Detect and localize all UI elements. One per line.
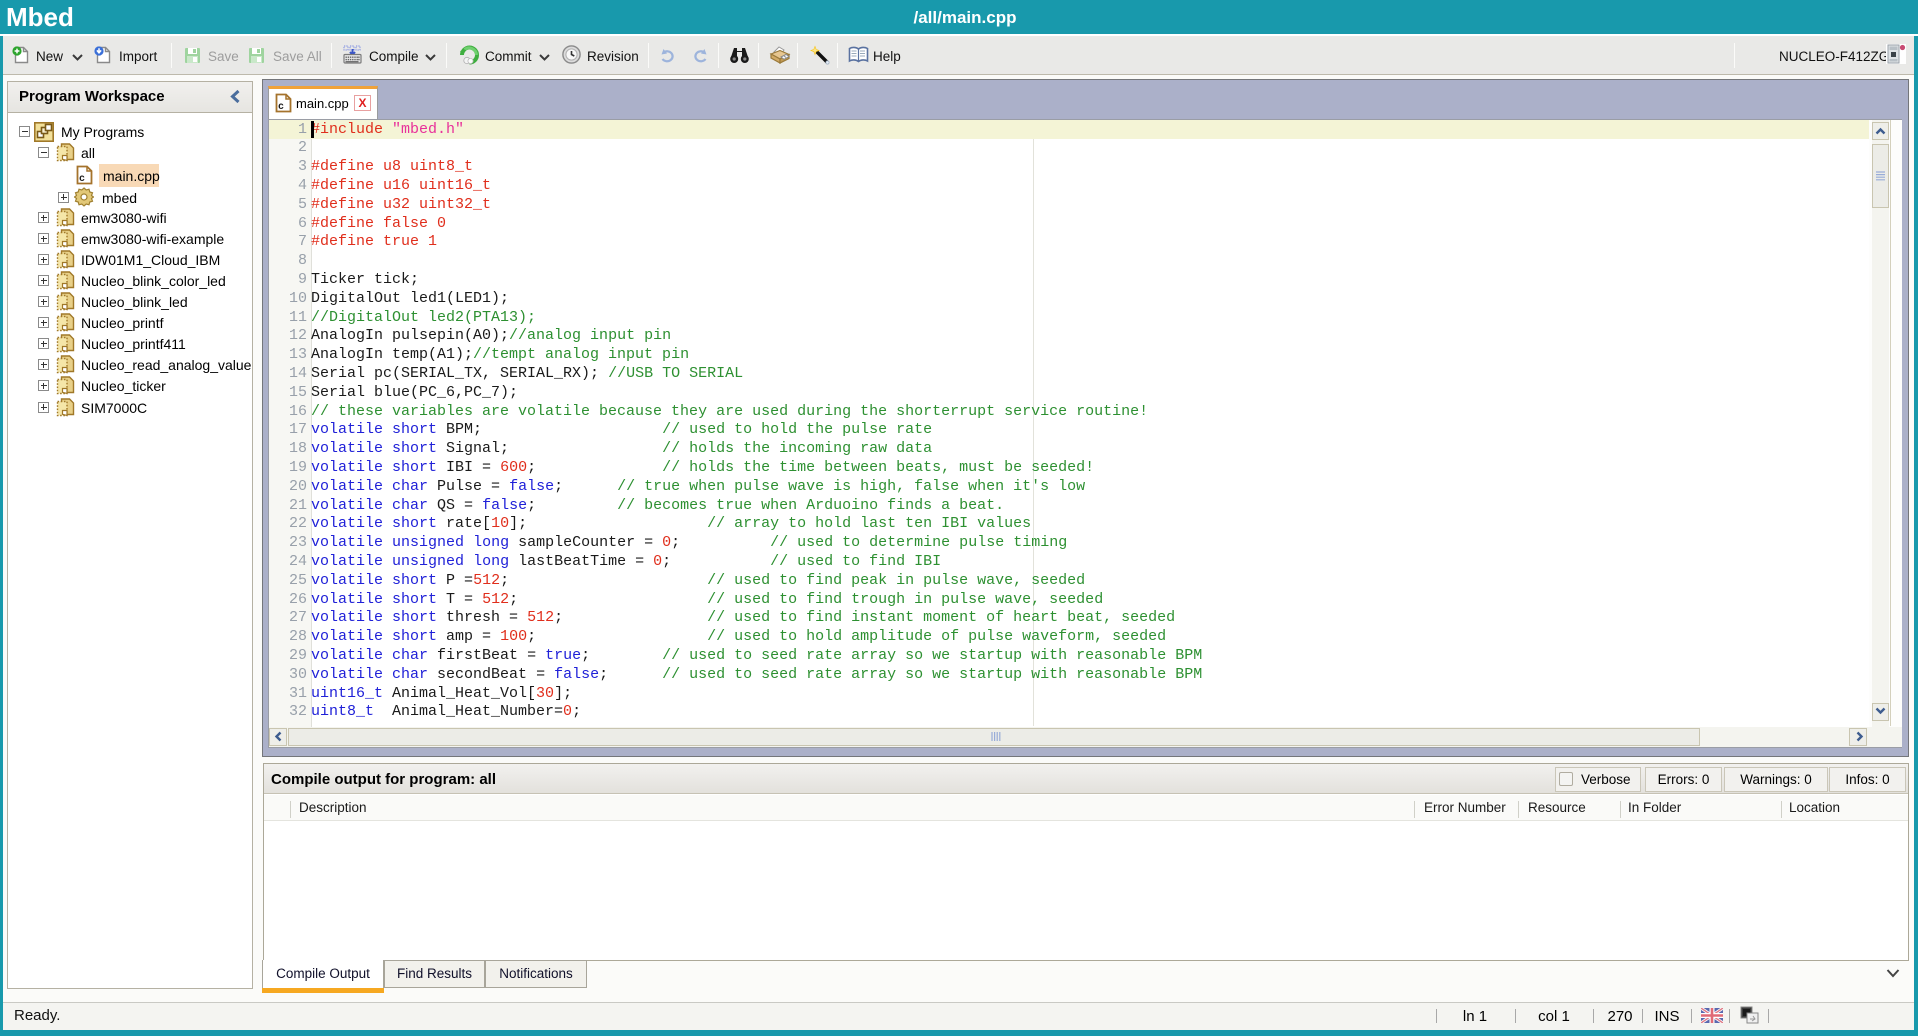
svg-text:c: c: [278, 102, 284, 113]
svg-text:c: c: [79, 174, 85, 185]
